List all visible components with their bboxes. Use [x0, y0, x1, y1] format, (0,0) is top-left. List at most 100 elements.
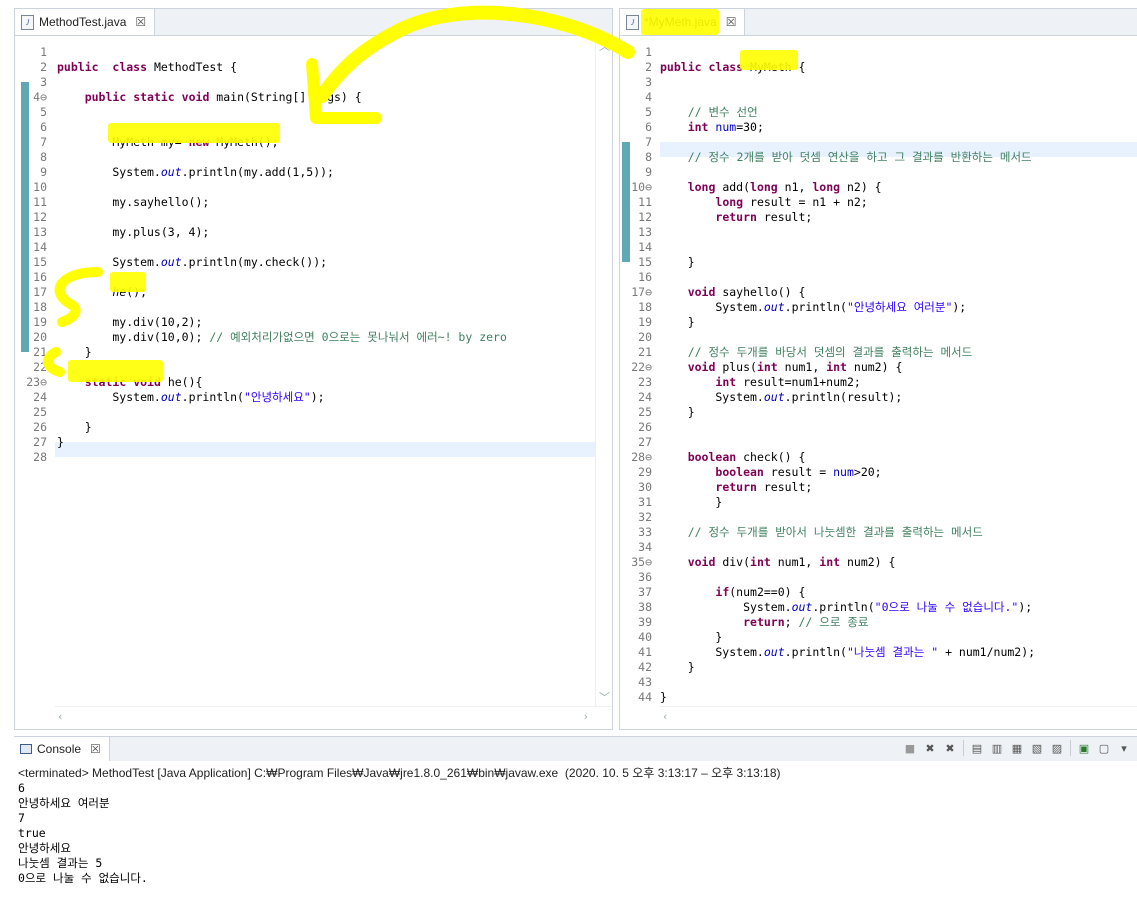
horizontal-scrollbar[interactable]: ‹ › [55, 706, 612, 729]
code-line[interactable]: 5 // 변수 선언 [620, 105, 1137, 120]
code-line[interactable]: 14 [15, 240, 612, 255]
pin-console-icon[interactable]: ▧ [1030, 741, 1044, 755]
code-line[interactable]: 22 [15, 360, 612, 375]
code-line[interactable]: 11 my.sayhello(); [15, 195, 612, 210]
code-line[interactable]: 28 [15, 450, 612, 465]
code-line[interactable]: 15 System.out.println(my.check()); [15, 255, 612, 270]
console-output[interactable]: 6 안녕하세요 여러분 7 true 안녕하세요 나눗셈 결과는 5 0으로 나눌 수 없습… [18, 781, 148, 886]
code-line[interactable]: 31 } [620, 495, 1137, 510]
code-line[interactable]: 41 System.out.println("나눗셈 결과는 " + num1/… [620, 645, 1137, 660]
close-icon[interactable]: ☒ [726, 15, 737, 29]
code-line[interactable]: 21 // 정수 두개를 바당서 덧셈의 결과를 출력하는 메서드 [620, 345, 1137, 360]
code-line[interactable]: 2 public class MethodTest { [15, 60, 612, 75]
code-area[interactable]: 1 2 public class MethodTest {3 4⊖ public st… [15, 36, 612, 707]
terminate-icon[interactable]: ■ [903, 741, 917, 755]
code-line[interactable]: 1 [620, 45, 1137, 60]
code-line[interactable]: 8 // 정수 2개를 받아 덧셈 연산을 하고 그 결과를 반환하는 메서드 [620, 150, 1137, 165]
close-icon[interactable]: ☒ [135, 15, 146, 29]
display-console-icon[interactable]: ▨ [1050, 741, 1064, 755]
code-line[interactable]: 26 [620, 420, 1137, 435]
tab-console[interactable]: Console ☒ [14, 737, 110, 761]
code-line[interactable]: 27 [620, 435, 1137, 450]
tab-methodtest-java[interactable]: J MethodTest.java ☒ [15, 9, 156, 35]
code-line[interactable]: 13 my.plus(3, 4); [15, 225, 612, 240]
code-line[interactable]: 30 return result; [620, 480, 1137, 495]
code-line[interactable]: 20 [620, 330, 1137, 345]
code-line[interactable]: 28⊖ boolean check() { [620, 450, 1137, 465]
code-line[interactable]: 11 long result = n1 + n2; [620, 195, 1137, 210]
code-line[interactable]: 32 [620, 510, 1137, 525]
code-line[interactable]: 7 MyMeth my= new MyMeth(); [15, 135, 612, 150]
code-line[interactable]: 36 [620, 570, 1137, 585]
code-line[interactable]: 21 } [15, 345, 612, 360]
scroll-up-icon[interactable]: ︿ [599, 38, 610, 54]
code-line[interactable]: 13 [620, 225, 1137, 240]
horizontal-scrollbar[interactable]: ‹ [660, 706, 1137, 729]
code-line[interactable]: 22⊖ void plus(int num1, int num2) { [620, 360, 1137, 375]
code-line[interactable]: 1 [15, 45, 612, 60]
code-line[interactable]: 10⊖ long add(long n1, long n2) { [620, 180, 1137, 195]
code-line[interactable]: 33 // 정수 두개를 받아서 나눗셈한 결과를 출력하는 메서드 [620, 525, 1137, 540]
remove-launch-icon[interactable]: ✖ [923, 741, 937, 755]
scroll-left-icon[interactable]: ‹ [663, 710, 667, 723]
word-wrap-icon[interactable]: ▦ [1010, 741, 1024, 755]
code-line[interactable]: 18 System.out.println("안녕하세요 여러분"); [620, 300, 1137, 315]
vertical-scrollbar[interactable]: ︿ ﹀ [595, 36, 612, 707]
code-line[interactable]: 10 [15, 180, 612, 195]
code-line[interactable]: 42 } [620, 660, 1137, 675]
code-line[interactable]: 37 if(num2==0) { [620, 585, 1137, 600]
code-line[interactable]: 8 [15, 150, 612, 165]
code-line[interactable]: 23 int result=num1+num2; [620, 375, 1137, 390]
remove-all-icon[interactable]: ✖ [943, 741, 957, 755]
code-line[interactable]: 20 my.div(10,0); // 예외처리가없으면 0으로는 못나눠서 에… [15, 330, 612, 345]
code-line[interactable]: 26 } [15, 420, 612, 435]
code-line[interactable]: 14 [620, 240, 1137, 255]
code-line[interactable]: 6 [15, 120, 612, 135]
code-line[interactable]: 23⊖ static void he(){ [15, 375, 612, 390]
code-line[interactable]: 19 } [620, 315, 1137, 330]
clear-console-icon[interactable]: ▤ [970, 741, 984, 755]
code-line[interactable]: 9 System.out.println(my.add(1,5)); [15, 165, 612, 180]
scroll-lock-icon[interactable]: ▥ [990, 741, 1004, 755]
code-line[interactable]: 7 [620, 135, 1137, 150]
code-area[interactable]: 1 2 public class MyMeth {3 4 5 // 변수 선언 6 int… [620, 36, 1137, 707]
open-console-icon[interactable]: ▢ [1097, 741, 1111, 755]
code-line[interactable]: 12 [15, 210, 612, 225]
code-line[interactable]: 44} [620, 690, 1137, 705]
code-line[interactable]: 4 [620, 90, 1137, 105]
code-line[interactable]: 3 [620, 75, 1137, 90]
code-line[interactable]: 16 [620, 270, 1137, 285]
code-line[interactable]: 38 System.out.println("0으로 나눌 수 없습니다."); [620, 600, 1137, 615]
code-line[interactable]: 9 [620, 165, 1137, 180]
code-line[interactable]: 17⊖ void sayhello() { [620, 285, 1137, 300]
code-line[interactable]: 3 [15, 75, 612, 90]
code-line[interactable]: 24 System.out.println("안녕하세요"); [15, 390, 612, 405]
code-line[interactable]: 40 } [620, 630, 1137, 645]
code-line[interactable]: 5 [15, 105, 612, 120]
scroll-left-icon[interactable]: ‹ [58, 710, 62, 723]
code-line[interactable]: 15 } [620, 255, 1137, 270]
code-line[interactable]: 6 int num=30; [620, 120, 1137, 135]
code-line[interactable]: 34 [620, 540, 1137, 555]
code-line[interactable]: 17 he(); [15, 285, 612, 300]
view-menu-icon[interactable]: ▾ [1117, 741, 1131, 755]
new-console-icon[interactable]: ▣ [1077, 741, 1091, 755]
code-line[interactable]: 25 [15, 405, 612, 420]
tab-mymeth-java[interactable]: J *MyMeth.java ☒ [620, 9, 746, 35]
code-line[interactable]: 4⊖ public static void main(String[] args… [15, 90, 612, 105]
code-line[interactable]: 35⊖ void div(int num1, int num2) { [620, 555, 1137, 570]
code-line[interactable]: 2 public class MyMeth { [620, 60, 1137, 75]
code-line[interactable]: 12 return result; [620, 210, 1137, 225]
code-line[interactable]: 29 boolean result = num>20; [620, 465, 1137, 480]
code-line[interactable]: 25 } [620, 405, 1137, 420]
close-icon[interactable]: ☒ [90, 742, 101, 756]
code-line[interactable]: 16 [15, 270, 612, 285]
scroll-right-icon[interactable]: › [584, 710, 588, 723]
scroll-down-icon[interactable]: ﹀ [599, 689, 610, 705]
editor-methodtest[interactable]: J MethodTest.java ☒ 1 2 public class Metho… [14, 8, 613, 730]
code-line[interactable]: 18 [15, 300, 612, 315]
editor-mymeth[interactable]: J *MyMeth.java ☒ 1 2 public class MyMeth {… [619, 8, 1137, 730]
code-line[interactable]: 19 my.div(10,2); [15, 315, 612, 330]
code-line[interactable]: 24 System.out.println(result); [620, 390, 1137, 405]
code-line[interactable]: 27} [15, 435, 612, 450]
